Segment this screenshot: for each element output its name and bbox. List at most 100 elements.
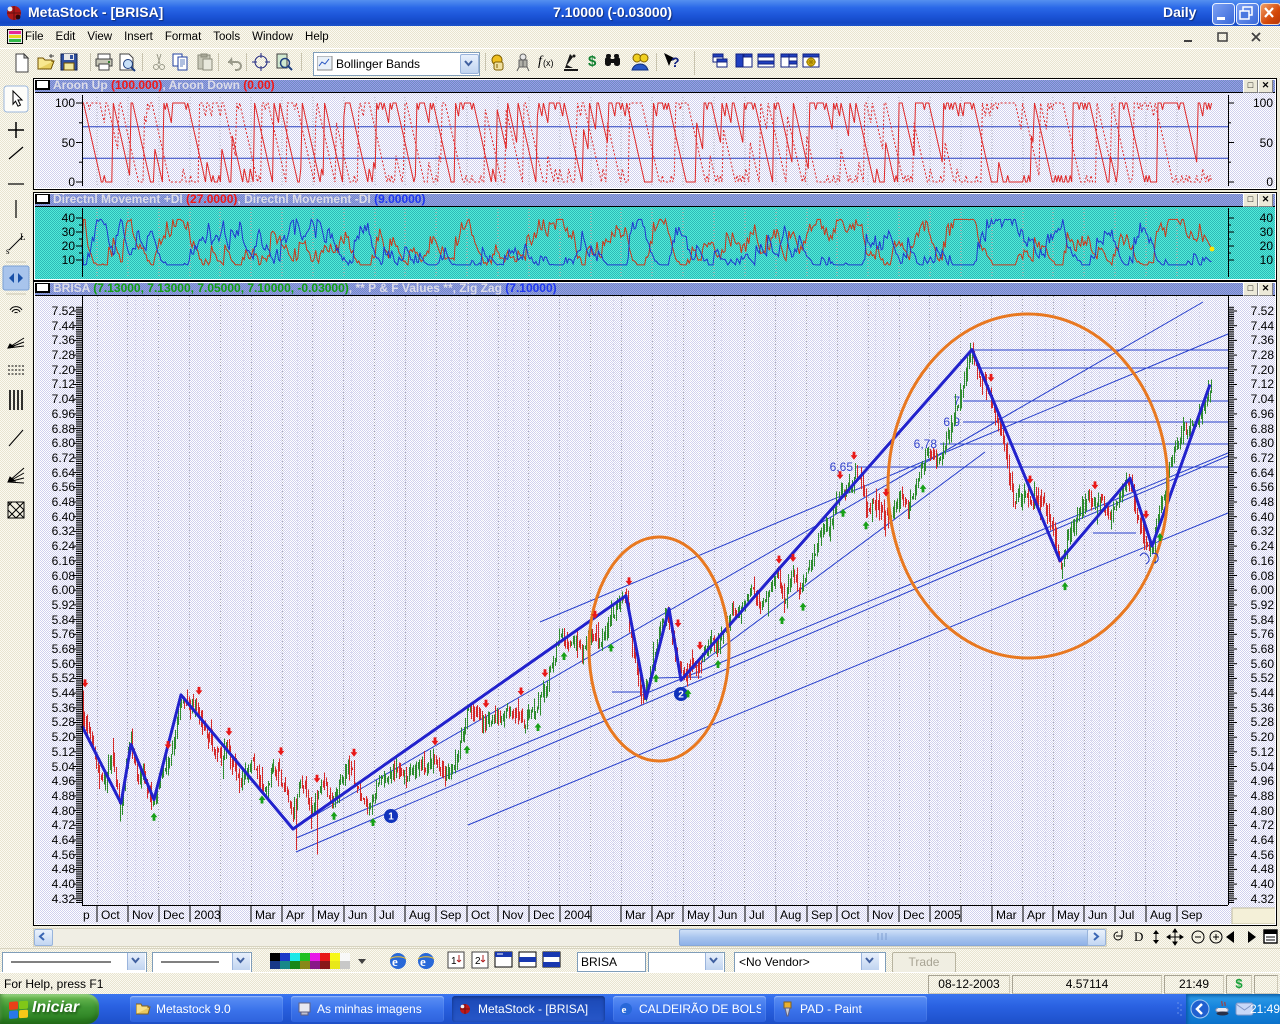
svg-text:5.36: 5.36 (1251, 701, 1275, 715)
svg-text:Aug: Aug (409, 908, 430, 922)
svg-text:5.92: 5.92 (52, 598, 76, 612)
svg-text:4.72: 4.72 (52, 818, 76, 832)
svg-text:6.40: 6.40 (1251, 510, 1275, 524)
svg-text:5.92: 5.92 (1251, 598, 1275, 612)
svg-text:40: 40 (62, 211, 76, 225)
svg-text:6.88: 6.88 (1251, 422, 1275, 436)
svg-text:6.56: 6.56 (1251, 480, 1275, 494)
svg-text:e: e (420, 954, 426, 969)
svg-text:5.44: 5.44 (1251, 686, 1275, 700)
svg-text:7.20: 7.20 (1251, 363, 1275, 377)
svg-text:Mar: Mar (996, 908, 1017, 922)
svg-text:6.00: 6.00 (1251, 583, 1275, 597)
svg-text:Mar: Mar (625, 908, 646, 922)
svg-text:4.72: 4.72 (1251, 818, 1275, 832)
svg-text:6.88: 6.88 (52, 422, 76, 436)
svg-text:6.72: 6.72 (52, 451, 76, 465)
svg-text:2004: 2004 (564, 908, 591, 922)
svg-text:Sep: Sep (1181, 908, 1203, 922)
svg-text:4.96: 4.96 (1251, 774, 1275, 788)
svg-text:7.04: 7.04 (52, 392, 76, 406)
svg-text:7.52: 7.52 (1251, 304, 1275, 318)
svg-text:4.32: 4.32 (1251, 892, 1275, 906)
svg-text:7.52: 7.52 (52, 304, 76, 318)
svg-text:7.20: 7.20 (52, 363, 76, 377)
svg-text:6.24: 6.24 (52, 539, 76, 553)
svg-text:5.44: 5.44 (52, 686, 76, 700)
svg-text:2: 2 (678, 690, 684, 701)
svg-text:Aug: Aug (1150, 908, 1171, 922)
svg-text:4.64: 4.64 (52, 833, 76, 847)
svg-text:4.40: 4.40 (1251, 877, 1275, 891)
svg-text:5.52: 5.52 (1251, 671, 1275, 685)
svg-text:5.04: 5.04 (52, 760, 76, 774)
svg-text:4.96: 4.96 (52, 774, 76, 788)
svg-text:1: 1 (388, 812, 394, 823)
svg-text:5.28: 5.28 (1251, 715, 1275, 729)
svg-text:5.36: 5.36 (52, 701, 76, 715)
svg-text:100: 100 (55, 96, 75, 110)
svg-text:6,65: 6,65 (830, 460, 854, 474)
svg-text:p: p (83, 908, 90, 922)
svg-text:5.84: 5.84 (1251, 613, 1275, 627)
svg-text:Jul: Jul (379, 908, 394, 922)
svg-text:6.96: 6.96 (52, 407, 76, 421)
svg-text:5.60: 5.60 (1251, 657, 1275, 671)
svg-text:$: $ (588, 53, 597, 70)
svg-text:Nov: Nov (502, 908, 523, 922)
svg-text:Dec: Dec (163, 908, 184, 922)
svg-text:30: 30 (62, 225, 76, 239)
svg-text:20: 20 (62, 239, 76, 253)
svg-text:7.04: 7.04 (1251, 392, 1275, 406)
svg-text:6.16: 6.16 (1251, 554, 1275, 568)
svg-text:6.48: 6.48 (52, 495, 76, 509)
svg-text:Jul: Jul (1119, 908, 1134, 922)
svg-text:Aug: Aug (780, 908, 801, 922)
svg-text:4.80: 4.80 (52, 804, 76, 818)
svg-text:5.68: 5.68 (52, 642, 76, 656)
svg-text:6.16: 6.16 (52, 554, 76, 568)
svg-text:50: 50 (62, 136, 76, 150)
svg-text:Sep: Sep (440, 908, 462, 922)
svg-text:4.56: 4.56 (52, 848, 76, 862)
svg-text:6.80: 6.80 (1251, 436, 1275, 450)
svg-text:20: 20 (1260, 239, 1274, 253)
svg-text:40: 40 (1260, 211, 1274, 225)
svg-text:5.52: 5.52 (52, 671, 76, 685)
svg-text:6.72: 6.72 (1251, 451, 1275, 465)
svg-text:e: e (392, 954, 398, 969)
svg-text:Oct: Oct (841, 908, 860, 922)
svg-text:Jun: Jun (718, 908, 737, 922)
svg-text:5.20: 5.20 (1251, 730, 1275, 744)
svg-text:4.56: 4.56 (1251, 848, 1275, 862)
svg-text:Nov: Nov (132, 908, 153, 922)
svg-text:Oct: Oct (101, 908, 120, 922)
svg-text:7: 7 (953, 394, 960, 408)
svg-text:5.68: 5.68 (1251, 642, 1275, 656)
svg-text:7.12: 7.12 (52, 377, 76, 391)
svg-text:6.08: 6.08 (1251, 569, 1275, 583)
svg-text:s: s (6, 246, 10, 256)
svg-text:7.36: 7.36 (1251, 333, 1275, 347)
svg-text:6.40: 6.40 (52, 510, 76, 524)
svg-text:5.60: 5.60 (52, 657, 76, 671)
svg-text:50: 50 (1260, 136, 1274, 150)
svg-text:Jul: Jul (749, 908, 764, 922)
svg-text:Oct: Oct (471, 908, 490, 922)
svg-text:Jun: Jun (1088, 908, 1107, 922)
svg-text:7.44: 7.44 (1251, 319, 1275, 333)
svg-text:5.04: 5.04 (1251, 760, 1275, 774)
svg-text:?: ? (671, 54, 680, 70)
svg-text:4.64: 4.64 (1251, 833, 1275, 847)
svg-text:6.64: 6.64 (52, 466, 76, 480)
svg-text:Jun: Jun (348, 908, 367, 922)
svg-text:2005: 2005 (934, 908, 961, 922)
svg-text:2003: 2003 (194, 908, 221, 922)
svg-text:6.96: 6.96 (1251, 407, 1275, 421)
svg-text:4.88: 4.88 (1251, 789, 1275, 803)
svg-text:5.84: 5.84 (52, 613, 76, 627)
svg-text:2: 2 (475, 956, 481, 967)
svg-text:May: May (687, 908, 710, 922)
svg-text:(x): (x) (543, 58, 554, 68)
svg-text:30: 30 (1260, 225, 1274, 239)
